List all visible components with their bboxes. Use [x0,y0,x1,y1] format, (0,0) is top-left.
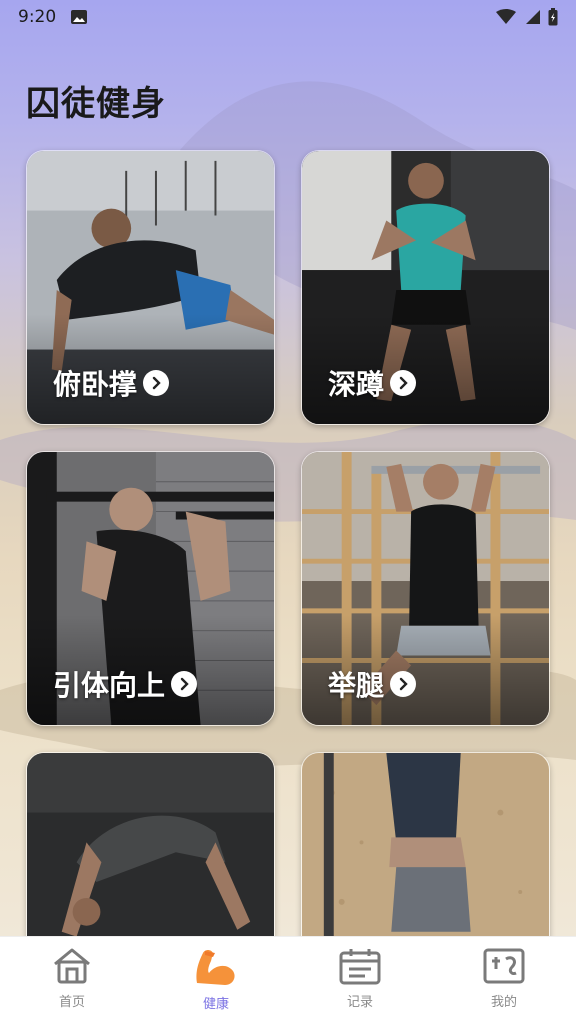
exercise-card-label: 深蹲 [328,363,417,403]
tab-mine[interactable]: 我的 [432,937,576,1024]
tab-label: 我的 [490,995,517,1010]
tab-records[interactable]: 记录 [288,937,432,1024]
calendar-icon [339,949,381,985]
status-bar: 9:20 [0,0,576,34]
wifi-icon [496,9,516,24]
profile-icon [483,948,525,984]
page-title: 囚徒健身 [26,84,166,124]
exercise-card-pullup[interactable]: 引体向上 [26,451,275,726]
flexed-arm-icon [196,950,235,985]
chevron-right-icon [143,370,170,396]
exercise-card-label: 俯卧撑 [53,363,170,403]
exercise-name: 深蹲 [328,368,385,401]
exercise-card-pushup[interactable]: 俯卧撑 [26,150,275,425]
exercise-name: 引体向上 [53,669,166,702]
chevron-right-icon [390,370,417,396]
exercise-name: 举腿 [328,669,385,702]
battery-icon [548,8,558,26]
tab-home[interactable]: 首页 [0,937,144,1024]
tab-label: 健康 [202,997,229,1012]
exercise-card-squat[interactable]: 深蹲 [301,150,550,425]
status-time: 9:20 [18,7,57,27]
tab-health[interactable]: 健康 [144,937,288,1024]
chevron-right-icon [171,671,198,697]
signal-icon [526,10,540,24]
gallery-notification-icon [71,10,88,24]
exercise-card-label: 举腿 [328,664,417,704]
home-icon [54,948,90,984]
exercise-name: 俯卧撑 [53,368,138,401]
chevron-right-icon [390,671,417,697]
exercise-card-label: 引体向上 [53,664,198,704]
tab-label: 记录 [346,995,373,1010]
bottom-tab-bar: 首页 健康 记录 我的 [0,936,576,1024]
exercise-card-legraise[interactable]: 举腿 [301,451,550,726]
tab-label: 首页 [58,995,85,1010]
